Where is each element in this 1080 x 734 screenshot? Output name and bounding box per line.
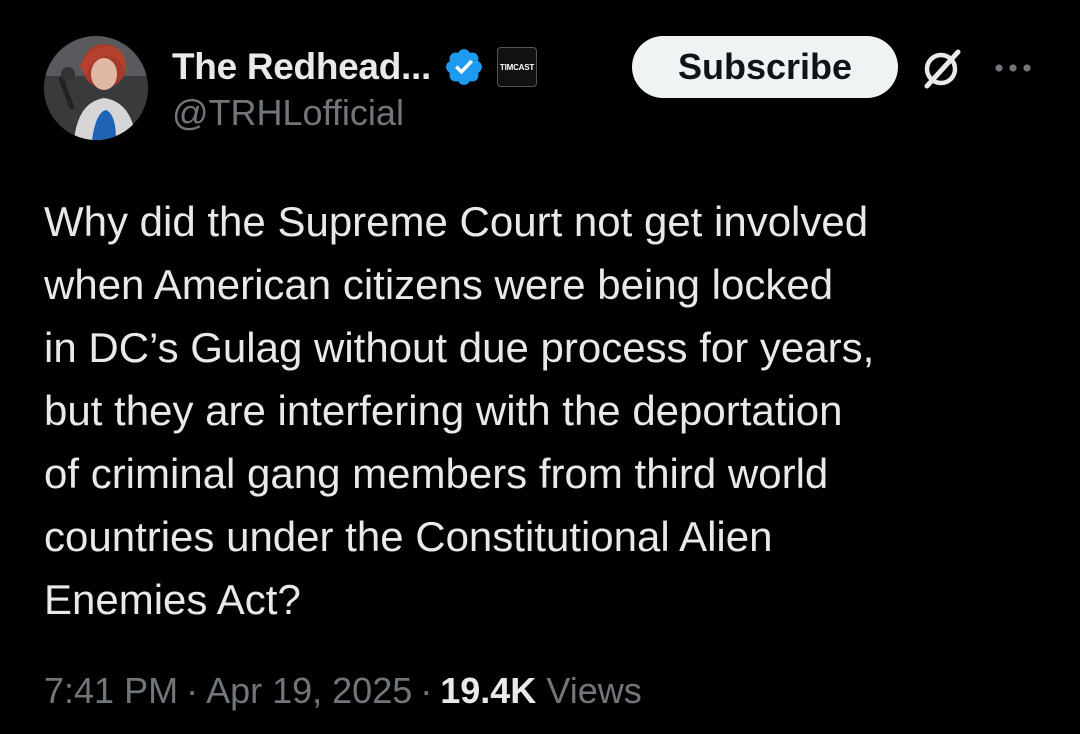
author-display-name[interactable]: The Redhead... [172,46,431,88]
post-text-line: of criminal gang members from third worl… [44,450,829,497]
subscribe-button[interactable]: Subscribe [632,36,898,98]
author-avatar[interactable] [44,36,148,140]
post-text-line: Enemies Act? [44,576,301,623]
more-options-icon[interactable] [990,50,1036,86]
verified-badge-icon [443,46,485,88]
post-text-line: but they are interfering with the deport… [44,387,843,434]
post-date: Apr 19, 2025 [206,670,413,711]
profile-photo-icon [44,36,148,140]
post-text-line: in DC’s Gulag without due process for ye… [44,324,875,371]
affiliate-badge[interactable]: TIMCAST [496,47,537,87]
post-text: Why did the Supreme Court not get involv… [44,190,1044,631]
views-label: Views [546,670,642,711]
post-meta: 7:41 PM · Apr 19, 2025 · 19.4K Views [44,670,642,712]
views-link[interactable]: 19.4K Views [440,670,641,711]
views-count: 19.4K [440,670,537,711]
post-text-line: Why did the Supreme Court not get involv… [44,198,869,245]
meta-separator: · [186,670,199,711]
meta-separator: · [420,670,433,711]
grok-icon[interactable] [918,46,964,92]
affiliate-badge-text: TIMCAST [499,62,535,72]
author-name-row: The Redhead... TIMCAST [172,42,537,92]
post-text-line: when American citizens were being locked [44,261,834,308]
post-text-line: countries under the Constitutional Alien [44,513,773,560]
post-time-link[interactable]: 7:41 PM · Apr 19, 2025 [44,670,412,711]
post-time: 7:41 PM [44,670,179,711]
post-header: The Redhead... TIMCAST @TRHLofficial Sub… [44,36,1044,146]
author-handle[interactable]: @TRHLofficial [172,92,404,134]
